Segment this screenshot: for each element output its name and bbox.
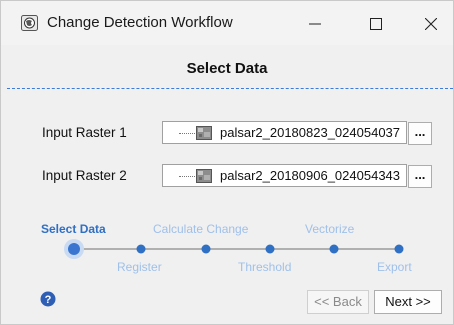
step-node-vectorize [329, 244, 339, 254]
step-node-threshold [265, 244, 275, 254]
window-title: Change Detection Workflow [47, 14, 233, 31]
raster-icon [196, 169, 212, 183]
input-raster-2-value: palsar2_20180906_024054343 [220, 168, 401, 183]
step-header: Select Data [1, 45, 453, 89]
step-label-calculate-change: Calculate Change [153, 222, 249, 236]
browse-raster-1-button[interactable]: ... [408, 122, 432, 145]
header-divider [7, 88, 453, 89]
input-raster-1-field[interactable]: palsar2_20180823_024054037 [162, 121, 407, 144]
step-track [64, 239, 404, 259]
maximize-icon [370, 18, 382, 30]
help-icon[interactable]: ? [40, 291, 56, 307]
input-raster-1-label: Input Raster 1 [42, 125, 127, 140]
tree-connector [179, 176, 195, 177]
browse-raster-2-button[interactable]: ... [408, 165, 432, 188]
back-button[interactable]: << Back [307, 290, 369, 314]
input-raster-2-field[interactable]: palsar2_20180906_024054343 [162, 164, 407, 187]
step-label-register: Register [117, 260, 162, 274]
next-button[interactable]: Next >> [374, 290, 442, 314]
globe-icon [21, 15, 38, 31]
svg-text:?: ? [45, 294, 52, 306]
minimize-icon [309, 23, 321, 25]
input-raster-2-label: Input Raster 2 [42, 168, 127, 183]
step-label-export: Export [377, 260, 412, 274]
minimize-button[interactable] [292, 9, 338, 39]
close-icon [425, 18, 437, 30]
maximize-button[interactable] [353, 9, 399, 39]
tree-connector [179, 133, 195, 134]
step-label-threshold: Threshold [238, 260, 292, 274]
raster-icon [196, 126, 212, 140]
step-node-register [136, 244, 146, 254]
step-node-export [394, 244, 404, 254]
step-node-select-data [68, 243, 80, 255]
workflow-window: Change Detection Workflow Select Data In… [0, 0, 454, 325]
close-button[interactable] [408, 9, 454, 39]
step-label-vectorize: Vectorize [305, 222, 355, 236]
title-bar[interactable]: Change Detection Workflow [1, 1, 453, 45]
step-label-select-data: Select Data [41, 222, 106, 236]
step-node-calculate-change [201, 244, 211, 254]
step-title: Select Data [186, 60, 268, 77]
input-raster-1-value: palsar2_20180823_024054037 [220, 125, 401, 140]
